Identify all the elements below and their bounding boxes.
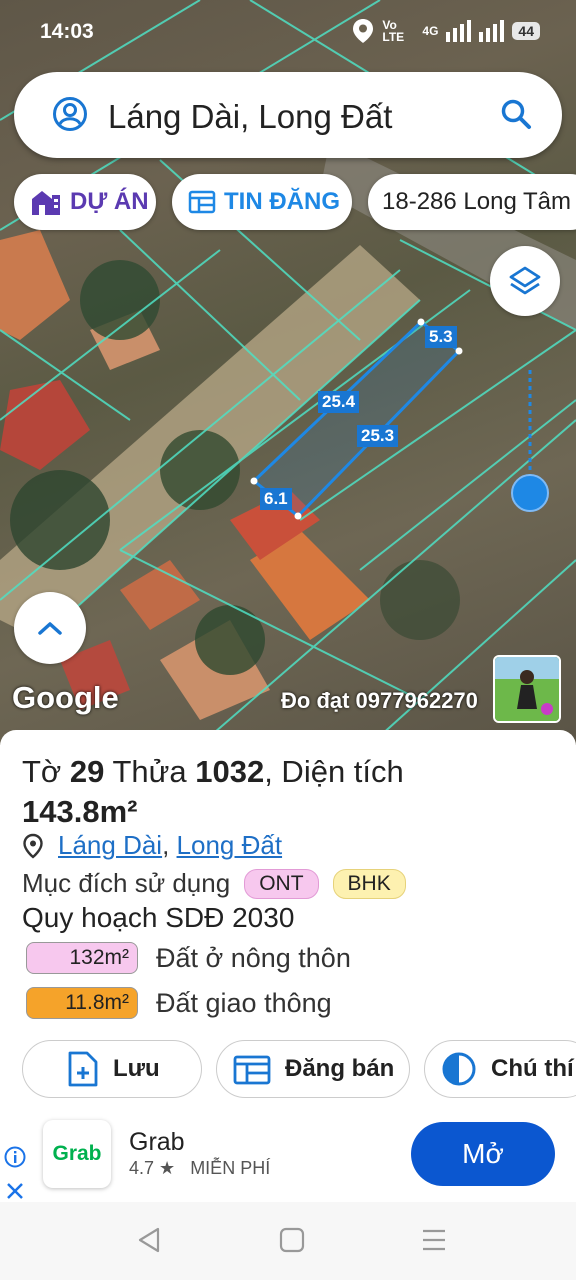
layers-button[interactable]	[490, 246, 560, 316]
plan-title: Quy hoạch SDĐ 2030	[22, 902, 295, 933]
chip-listings-label: TIN ĐĂNG	[224, 188, 340, 215]
contrast-icon	[441, 1051, 477, 1087]
district-link[interactable]: Long Đất	[177, 830, 283, 861]
signal-icon	[446, 20, 505, 42]
ad-meta: 4.7 ★ MIỄN PHÍ	[129, 1158, 270, 1179]
info-icon[interactable]	[4, 1146, 26, 1168]
battery-indicator: 44	[512, 22, 540, 40]
volte-label: Vo LTE	[382, 18, 405, 44]
ad-price: MIỄN PHÍ	[190, 1158, 271, 1178]
land-use-purpose: Mục đích sử dụng ONT BHK	[22, 868, 406, 899]
map-view[interactable]: 5.3 25.4 25.3 6.1 14:03 Vo LTE 4G 44 Lán…	[0, 0, 576, 745]
parcel-location: Láng Dài, Long Đất	[22, 830, 282, 861]
plan-area: 11.8m²	[26, 987, 138, 1019]
plan-row: 11.8m² Đất giao thông	[26, 987, 332, 1019]
save-label: Lưu	[113, 1055, 160, 1082]
search-bar[interactable]: Láng Dài, Long Đất	[14, 72, 562, 158]
user-icon[interactable]	[52, 96, 88, 132]
parcel-info-panel: Tờ 29 Thửa 1032, Diện tích 143.8m² Láng …	[0, 730, 576, 1110]
home-icon[interactable]	[278, 1226, 306, 1254]
grab-logo[interactable]: Grab	[43, 1120, 111, 1188]
area-label: , Diện tích	[264, 754, 404, 789]
status-bar: 14:03 Vo LTE 4G 44	[0, 0, 576, 64]
back-icon[interactable]	[136, 1226, 162, 1254]
chip-projects[interactable]: DỰ ÁN	[14, 174, 156, 230]
parcel-title: Tờ 29 Thửa 1032, Diện tích 143.8m²	[22, 752, 562, 832]
plan-label: Đất ở nông thôn	[156, 942, 351, 973]
location-pin-icon	[23, 833, 43, 859]
listing-icon	[188, 189, 216, 215]
plan-row: 132m² Đất ở nông thôn	[26, 942, 351, 974]
post-for-sale-label: Đăng bán	[285, 1055, 395, 1082]
title-prefix: Tờ	[22, 754, 62, 789]
google-logo: Google	[12, 680, 119, 715]
my-location-dot	[511, 474, 549, 512]
chip-address-label: 18-286 Long Tâm	[382, 188, 572, 215]
ad-app-name: Grab	[129, 1128, 185, 1156]
dimension-top: 5.3	[425, 326, 457, 348]
purpose-tag[interactable]: BHK	[332, 868, 406, 899]
calendar-icon	[233, 1053, 271, 1085]
ad-banner[interactable]: Grab Grab 4.7 ★ MIỄN PHÍ Mở	[0, 1110, 576, 1202]
status-icons: Vo LTE 4G 44	[352, 18, 540, 44]
purpose-label: Mục đích sử dụng	[22, 868, 231, 898]
close-icon[interactable]	[6, 1182, 24, 1200]
network-type: 4G	[422, 24, 439, 38]
dimension-left-long: 25.4	[318, 391, 360, 413]
open-button[interactable]: Mở	[411, 1122, 555, 1186]
legend-button[interactable]: Chú thí	[424, 1040, 576, 1098]
layers-icon	[509, 266, 541, 295]
building-icon	[30, 188, 62, 216]
search-icon[interactable]	[500, 98, 532, 130]
navigation-bar	[0, 1202, 576, 1280]
chip-listings[interactable]: TIN ĐĂNG	[172, 174, 352, 230]
add-file-icon	[67, 1051, 99, 1087]
map-credit: Đo đạt 0977962270	[281, 688, 478, 713]
chip-projects-label: DỰ ÁN	[70, 188, 149, 215]
expand-panel-button[interactable]	[14, 592, 86, 664]
save-button[interactable]: Lưu	[22, 1040, 202, 1098]
search-query[interactable]: Láng Dài, Long Đất	[108, 98, 392, 136]
sheet-number: 29	[69, 754, 105, 789]
legend-label: Chú thí	[491, 1055, 574, 1082]
status-time: 14:03	[40, 20, 94, 43]
purpose-tag[interactable]: ONT	[244, 868, 319, 899]
plan-area: 132m²	[26, 942, 138, 974]
chip-address[interactable]: 18-286 Long Tâm	[368, 174, 576, 230]
dimension-bottom: 6.1	[260, 488, 292, 510]
avatar[interactable]	[493, 655, 561, 723]
commune-link[interactable]: Láng Dài	[58, 830, 162, 861]
screen: 5.3 25.4 25.3 6.1 14:03 Vo LTE 4G 44 Lán…	[0, 0, 576, 1280]
chevron-up-icon	[38, 622, 62, 635]
location-pin-icon	[353, 19, 374, 43]
plan-label: Đất giao thông	[156, 987, 332, 1018]
plot-number: 1032	[195, 754, 265, 789]
plot-label: Thửa	[112, 754, 187, 789]
ad-rating: 4.7 ★	[129, 1158, 176, 1178]
parcel-area: 143.8m²	[22, 794, 138, 829]
menu-icon[interactable]	[420, 1226, 448, 1254]
post-for-sale-button[interactable]: Đăng bán	[216, 1040, 410, 1098]
dimension-right-long: 25.3	[357, 425, 399, 447]
